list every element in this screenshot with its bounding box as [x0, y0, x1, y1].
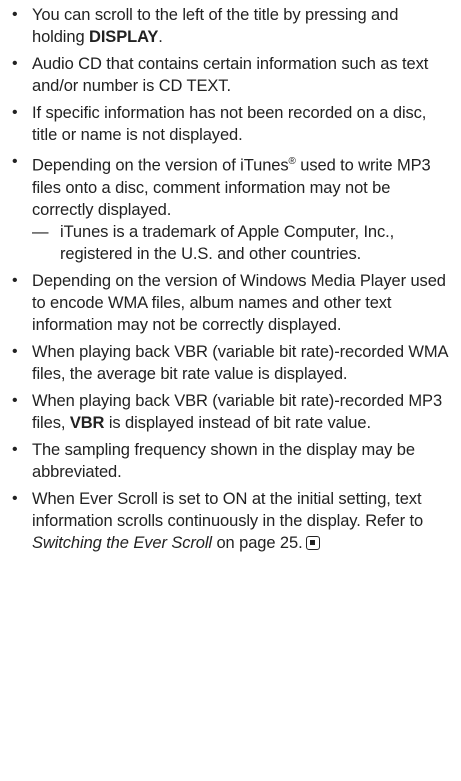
- note-text: Depending on the version of Windows Medi…: [32, 271, 446, 334]
- list-item: Audio CD that contains certain informati…: [10, 53, 451, 97]
- dash-marker: —: [32, 222, 49, 241]
- cross-reference-title: Switching the Ever Scroll: [32, 533, 212, 552]
- list-item: When playing back VBR (variable bit rate…: [10, 341, 451, 385]
- note-text: Audio CD that contains certain informati…: [32, 55, 429, 95]
- manual-page: You can scroll to the left of the title …: [0, 0, 461, 781]
- note-text: When Ever Scroll is set to ON at the ini…: [32, 489, 424, 530]
- list-item: Depending on the version of iTunes® used…: [10, 151, 451, 265]
- list-item: Depending on the version of Windows Medi…: [10, 270, 451, 336]
- vbr-indicator: VBR: [69, 413, 105, 432]
- registered-mark: ®: [288, 156, 296, 167]
- list-item: When playing back VBR (variable bit rate…: [10, 390, 451, 434]
- note-text: .: [158, 28, 163, 46]
- note-text: You can scroll to the left of the title …: [32, 6, 399, 46]
- section-end-icon: [305, 535, 320, 550]
- list-item: When Ever Scroll is set to ON at the ini…: [10, 488, 451, 554]
- button-name-display: DISPLAY: [89, 28, 159, 46]
- note-text: is displayed instead of bit rate value.: [104, 413, 371, 432]
- list-item: The sampling frequency shown in the disp…: [10, 439, 451, 483]
- note-text: When playing back VBR (variable bit rate…: [32, 342, 448, 383]
- list-item: You can scroll to the left of the title …: [10, 4, 451, 48]
- note-text: If specific information has not been rec…: [32, 104, 427, 144]
- note-text: on page 25.: [212, 533, 303, 552]
- sub-note-text: iTunes is a trademark of Apple Computer,…: [60, 222, 395, 263]
- note-text: The sampling frequency shown in the disp…: [32, 440, 415, 481]
- sub-note: — iTunes is a trademark of Apple Compute…: [32, 221, 451, 265]
- list-item: If specific information has not been rec…: [10, 102, 451, 146]
- notes-list: You can scroll to the left of the title …: [10, 4, 451, 554]
- note-text: Depending on the version of iTunes: [32, 156, 289, 175]
